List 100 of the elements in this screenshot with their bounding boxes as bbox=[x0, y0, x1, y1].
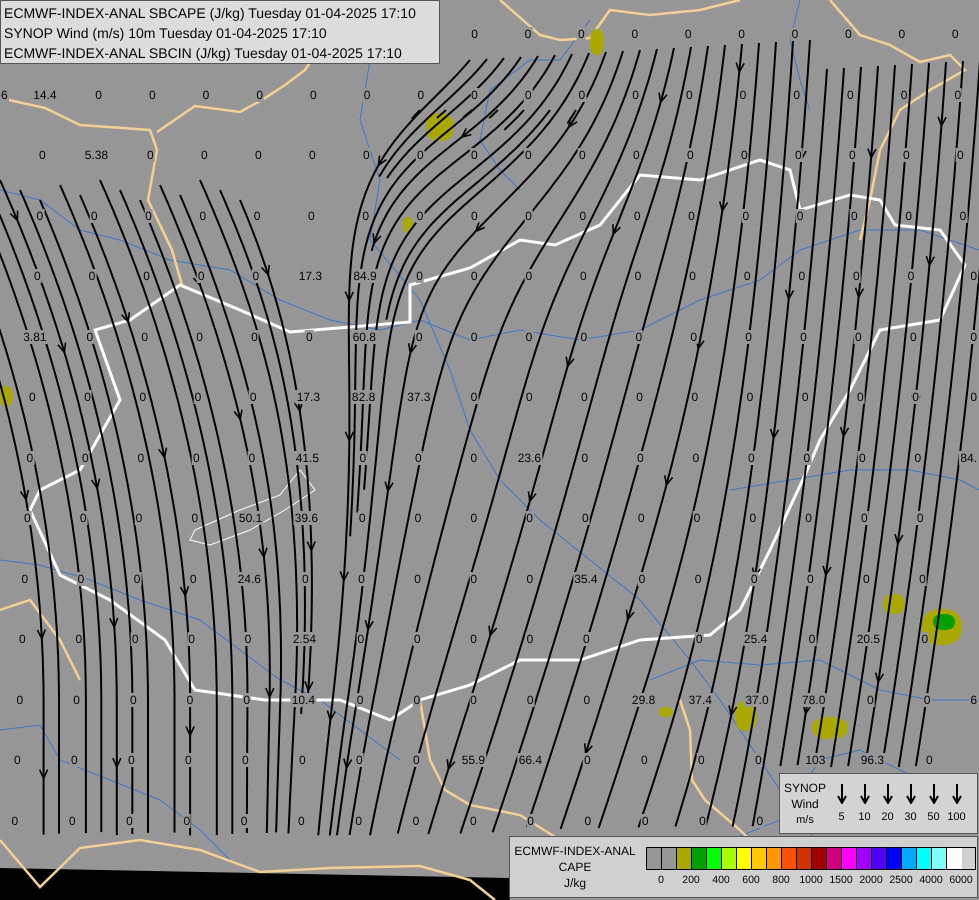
station-value: 0 bbox=[688, 269, 697, 283]
station-value: 0 bbox=[355, 753, 364, 767]
station-value: 37.3 bbox=[406, 390, 432, 404]
tick-label: 6000 bbox=[948, 873, 974, 887]
speed-label: 50 bbox=[927, 810, 940, 824]
station-value: 0 bbox=[142, 269, 151, 283]
station-value: 0 bbox=[362, 88, 372, 102]
station-value: 0 bbox=[469, 692, 478, 706]
station-value: 0 bbox=[738, 88, 748, 102]
station-value: 0 bbox=[800, 390, 810, 404]
station-value: 0 bbox=[584, 814, 592, 828]
station-value: 0 bbox=[414, 511, 422, 525]
station-value: 0 bbox=[582, 692, 592, 706]
speed-label: 20 bbox=[881, 810, 894, 824]
station-value: 0 bbox=[307, 208, 316, 222]
station-value: 0 bbox=[305, 330, 314, 344]
station-value: 0 bbox=[298, 753, 307, 767]
station-value: 0 bbox=[361, 208, 370, 222]
station-value: 0 bbox=[130, 632, 140, 646]
station-value: 50.1 bbox=[238, 511, 264, 525]
station-value: 17.3 bbox=[296, 390, 322, 404]
station-value: 0 bbox=[470, 450, 478, 464]
station-value: 0 bbox=[125, 814, 134, 828]
station-value: 0 bbox=[81, 450, 90, 464]
station-value: 0 bbox=[686, 148, 695, 162]
station-value: 0 bbox=[694, 572, 702, 586]
station-value: 41.5 bbox=[294, 450, 320, 464]
tick-label: 2500 bbox=[888, 873, 914, 887]
down-arrow-icon bbox=[836, 784, 846, 804]
station-value: 0 bbox=[922, 692, 932, 706]
station-value: 0 bbox=[742, 269, 752, 283]
station-value: 0 bbox=[790, 27, 800, 41]
station-value: 0 bbox=[255, 88, 264, 102]
station-value: 0 bbox=[470, 208, 479, 222]
legend-label: J/kg bbox=[564, 875, 586, 891]
station-value: 0 bbox=[744, 330, 753, 344]
station-value: 0 bbox=[524, 208, 533, 222]
station-value: 0 bbox=[416, 148, 425, 162]
station-value: 0 bbox=[796, 208, 804, 222]
station-value: 0 bbox=[524, 269, 534, 283]
station-value: 0 bbox=[297, 814, 306, 828]
station-value: 0 bbox=[90, 208, 99, 222]
station-value: 0 bbox=[416, 88, 426, 102]
station-value: 0 bbox=[354, 814, 364, 828]
station-value: 0 bbox=[358, 511, 367, 525]
cape-area bbox=[590, 29, 604, 55]
down-arrow-icon bbox=[928, 784, 938, 804]
station-value: 0 bbox=[925, 753, 934, 767]
station-value: 0 bbox=[640, 814, 650, 828]
station-value: 0 bbox=[583, 753, 592, 767]
station-value: 0 bbox=[414, 450, 423, 464]
station-value: 0 bbox=[802, 450, 812, 464]
station-value: 0 bbox=[918, 572, 927, 586]
legend-label: CAPE bbox=[558, 859, 592, 875]
speed-label: 5 bbox=[838, 810, 845, 824]
station-value: 0 bbox=[689, 330, 698, 344]
station-value: 0 bbox=[356, 692, 364, 706]
cape-area bbox=[812, 717, 848, 739]
station-value: 0 bbox=[252, 208, 262, 222]
station-value: 0 bbox=[301, 572, 310, 586]
station-value: 0 bbox=[23, 511, 32, 525]
station-value: 37.4 bbox=[688, 692, 713, 706]
station-value: 0 bbox=[914, 450, 922, 464]
station-value: 0 bbox=[854, 330, 863, 344]
station-value: 0 bbox=[182, 814, 192, 828]
station-value: 0 bbox=[74, 632, 84, 646]
station-value: 0 bbox=[194, 390, 202, 404]
station-value: 10.4 bbox=[290, 692, 316, 706]
station-value: 0 bbox=[186, 692, 194, 706]
tick-label: 4000 bbox=[918, 873, 944, 887]
station-value: 24.6 bbox=[236, 572, 262, 586]
station-value: 0 bbox=[580, 450, 590, 464]
down-arrow-icon bbox=[952, 784, 962, 804]
station-value: 0 bbox=[13, 753, 22, 767]
station-value: 23.6 bbox=[516, 450, 542, 464]
station-value: 0 bbox=[687, 208, 696, 222]
station-value: 0 bbox=[806, 572, 815, 586]
station-value: 0 bbox=[309, 88, 318, 102]
station-value: 0 bbox=[188, 572, 198, 586]
station-value: 0 bbox=[906, 269, 916, 283]
station-value: 0 bbox=[470, 88, 479, 102]
station-value: 0 bbox=[470, 330, 478, 344]
station-value: 0 bbox=[956, 148, 965, 162]
station-value: 0 bbox=[748, 511, 758, 525]
station-value: 0 bbox=[579, 269, 588, 283]
station-value: 0 bbox=[254, 148, 263, 162]
station-value: 0 bbox=[746, 390, 754, 404]
station-value: 0 bbox=[85, 330, 94, 344]
station-value: 0 bbox=[578, 148, 587, 162]
station-value: 0 bbox=[138, 390, 148, 404]
station-value: 0 bbox=[416, 208, 424, 222]
speed-label: 10 bbox=[858, 810, 871, 824]
station-value: 0 bbox=[76, 572, 86, 586]
station-value: 0 bbox=[33, 269, 42, 283]
station-value: 0 bbox=[697, 753, 706, 767]
station-value: 0 bbox=[68, 814, 77, 828]
station-value: 0 bbox=[72, 692, 81, 706]
tick-label: 400 bbox=[711, 873, 731, 887]
station-value: 0 bbox=[582, 632, 591, 646]
station-value: 0 bbox=[690, 390, 700, 404]
